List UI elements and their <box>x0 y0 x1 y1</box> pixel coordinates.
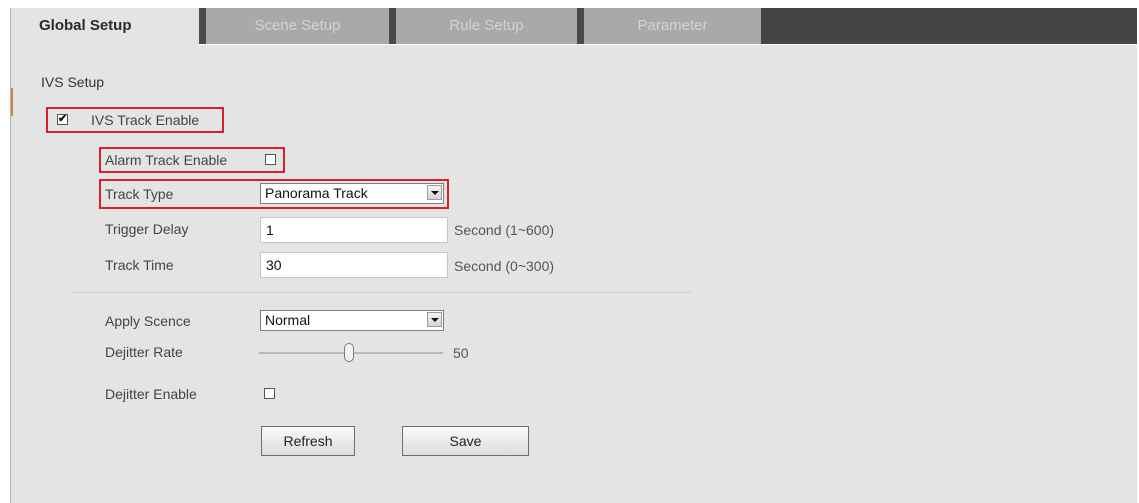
track-type-label: Track Type <box>105 186 174 202</box>
tab-scene-setup[interactable]: Scene Setup <box>199 8 389 44</box>
ivs-track-enable-label: IVS Track Enable <box>91 112 200 128</box>
chevron-down-icon[interactable] <box>427 312 442 327</box>
tab-parameter[interactable]: Parameter <box>577 8 761 44</box>
tab-bar: Global Setup Scene Setup Rule Setup Para… <box>11 8 1137 45</box>
track-type-value: Panorama Track <box>265 185 368 201</box>
trigger-delay-label: Trigger Delay <box>105 221 189 237</box>
track-time-unit: Second (0~300) <box>454 258 555 274</box>
dejitter-rate-value: 50 <box>453 345 469 361</box>
apply-scene-label: Apply Scence <box>105 313 191 329</box>
tab-bar-filler <box>761 8 1137 44</box>
section-title: IVS Setup <box>41 74 105 90</box>
dejitter-rate-slider-handle[interactable] <box>344 343 354 362</box>
refresh-button[interactable]: Refresh <box>261 426 355 456</box>
trigger-delay-unit: Second (1~600) <box>454 222 555 238</box>
apply-scene-select[interactable]: Normal <box>260 310 444 331</box>
track-time-input[interactable]: 30 <box>260 252 448 278</box>
chevron-down-icon[interactable] <box>427 185 442 200</box>
dejitter-enable-label: Dejitter Enable <box>105 386 197 402</box>
ivs-track-enable-checkbox[interactable]: ✔ <box>57 114 68 125</box>
tab-global-setup[interactable]: Global Setup <box>11 8 199 45</box>
dejitter-enable-checkbox[interactable] <box>264 388 275 399</box>
track-time-label: Track Time <box>105 257 174 273</box>
dejitter-rate-label: Dejitter Rate <box>105 344 183 360</box>
save-button[interactable]: Save <box>402 426 529 456</box>
alarm-track-enable-checkbox[interactable] <box>265 154 276 165</box>
trigger-delay-input[interactable]: 1 <box>260 217 448 243</box>
alarm-track-enable-label: Alarm Track Enable <box>105 152 228 168</box>
left-accent-bar <box>11 88 13 116</box>
track-type-select[interactable]: Panorama Track <box>260 183 444 204</box>
section-divider <box>71 292 691 293</box>
tab-rule-setup[interactable]: Rule Setup <box>389 8 577 44</box>
apply-scene-value: Normal <box>265 312 311 328</box>
ivs-settings-panel: Global Setup Scene Setup Rule Setup Para… <box>10 8 1137 503</box>
